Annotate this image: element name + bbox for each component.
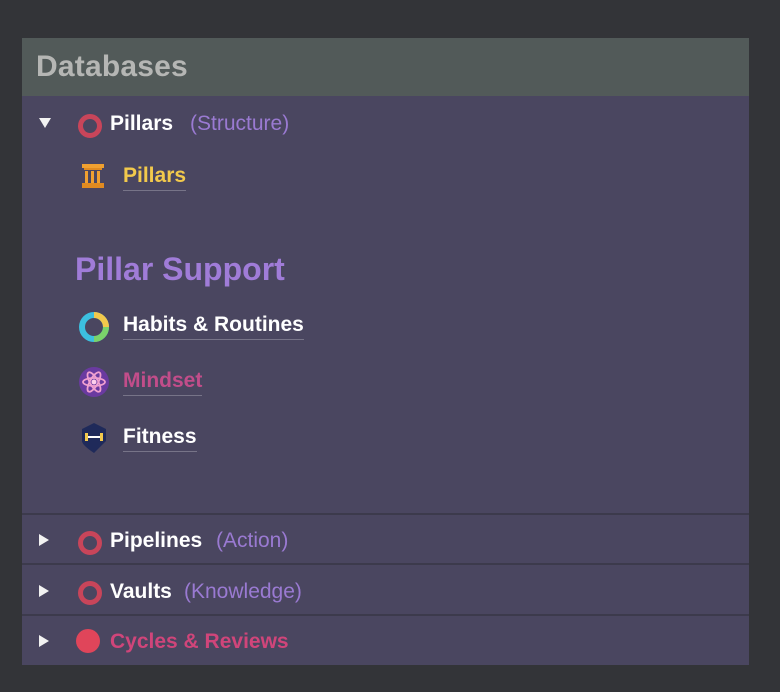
group-pipelines-name[interactable]: Pipelines xyxy=(110,529,202,553)
pillars-link[interactable]: Pillars xyxy=(123,164,187,191)
databases-panel: Databases Pillars (Structure) Pillars Pi… xyxy=(22,38,749,665)
dumbbell-icon xyxy=(82,423,106,453)
section-heading: Pillar Support xyxy=(75,251,285,287)
collapse-toggle-icon[interactable] xyxy=(39,118,51,128)
divider xyxy=(22,614,749,616)
column-icon xyxy=(82,164,104,188)
group-pipelines-subtitle: (Action) xyxy=(216,529,289,552)
divider xyxy=(22,513,749,515)
group-vaults-subtitle: (Knowledge) xyxy=(184,580,302,603)
divider xyxy=(22,563,749,565)
panel-header: Databases xyxy=(22,38,749,96)
atom-icon xyxy=(79,367,109,397)
group-vaults-name[interactable]: Vaults xyxy=(110,580,172,604)
group-cycles-reviews-name[interactable]: Cycles & Reviews xyxy=(110,630,289,654)
group-pillars-subtitle: (Structure) xyxy=(190,112,290,135)
habits-routines-link[interactable]: Habits & Routines xyxy=(123,313,304,340)
panel-title: Databases xyxy=(36,50,188,83)
expand-toggle-icon[interactable] xyxy=(39,635,49,647)
circle-filled-icon xyxy=(76,629,100,653)
fitness-link[interactable]: Fitness xyxy=(123,425,197,452)
circle-outline-icon xyxy=(78,114,102,138)
expand-toggle-icon[interactable] xyxy=(39,534,49,546)
ring-gradient-icon xyxy=(79,312,109,342)
circle-outline-icon xyxy=(78,531,102,555)
circle-outline-icon xyxy=(78,581,102,605)
expand-toggle-icon[interactable] xyxy=(39,585,49,597)
group-pillars-name[interactable]: Pillars xyxy=(110,112,173,136)
mindset-link[interactable]: Mindset xyxy=(123,369,203,396)
